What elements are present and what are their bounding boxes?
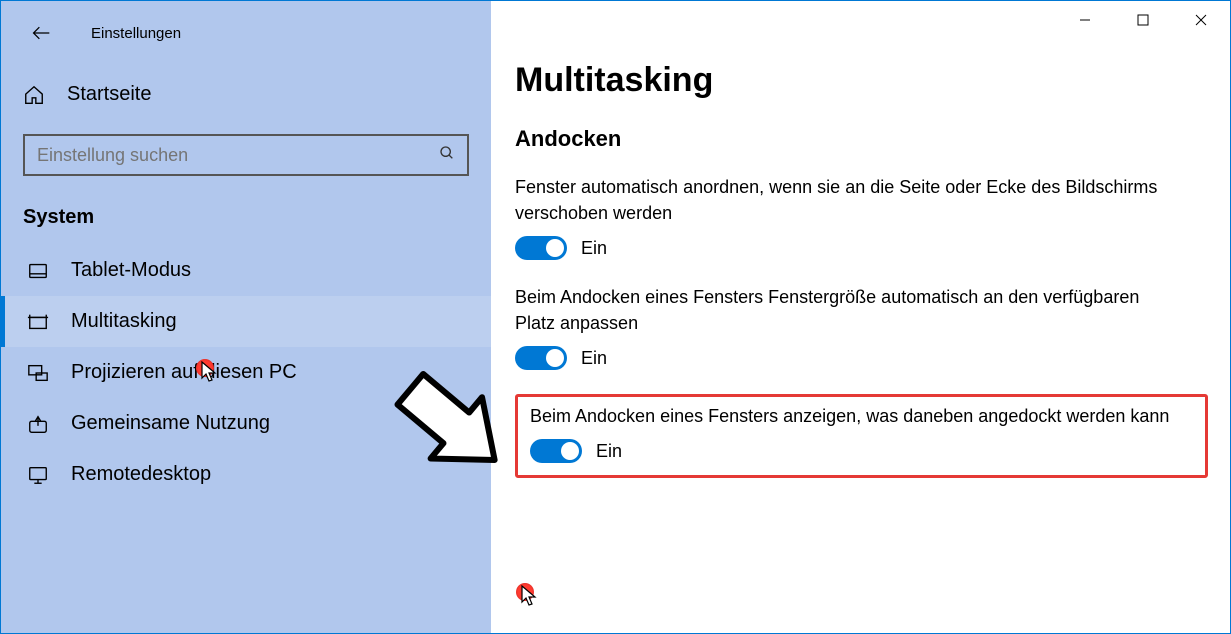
sidebar-topbar: Einstellungen bbox=[1, 11, 491, 73]
sidebar-item-label: Gemeinsame Nutzung bbox=[71, 412, 270, 435]
toggle-switch[interactable] bbox=[515, 236, 567, 260]
sidebar-item-label: Tablet-Modus bbox=[71, 259, 191, 282]
toggle-state: Ein bbox=[596, 441, 622, 462]
home-link[interactable]: Startseite bbox=[1, 73, 491, 116]
toggle-state: Ein bbox=[581, 348, 607, 369]
setting-item: Fenster automatisch anordnen, wenn sie a… bbox=[515, 174, 1208, 260]
section-title: Andocken bbox=[515, 126, 1208, 152]
shared-icon bbox=[27, 413, 49, 435]
remote-icon bbox=[27, 464, 49, 486]
setting-label: Beim Andocken eines Fensters anzeigen, w… bbox=[530, 403, 1190, 429]
sidebar-item-label: Remotedesktop bbox=[71, 463, 211, 486]
toggle-switch[interactable] bbox=[515, 346, 567, 370]
search-box[interactable] bbox=[23, 134, 469, 176]
cursor-icon bbox=[201, 361, 219, 383]
search-input[interactable] bbox=[37, 145, 413, 166]
toggle-state: Ein bbox=[581, 238, 607, 259]
toggle-row: Ein bbox=[515, 346, 1208, 370]
home-icon bbox=[23, 84, 45, 106]
minimize-icon bbox=[1079, 14, 1091, 26]
maximize-button[interactable] bbox=[1114, 1, 1172, 39]
home-label: Startseite bbox=[67, 83, 151, 106]
toggle-switch[interactable] bbox=[530, 439, 582, 463]
category-label: System bbox=[1, 194, 491, 239]
page-title: Multitasking bbox=[515, 61, 1208, 100]
back-button[interactable] bbox=[25, 17, 57, 49]
back-arrow-icon bbox=[31, 23, 51, 43]
maximize-icon bbox=[1137, 14, 1149, 26]
toggle-knob bbox=[546, 239, 564, 257]
setting-item: Beim Andocken eines Fensters anzeigen, w… bbox=[530, 403, 1193, 463]
setting-label: Beim Andocken eines Fensters Fenstergröß… bbox=[515, 284, 1175, 336]
sidebar-item-label: Multitasking bbox=[71, 310, 177, 333]
cursor-icon bbox=[521, 585, 539, 607]
close-icon bbox=[1195, 14, 1207, 26]
sidebar-item-label: Projizieren auf diesen PC bbox=[71, 361, 297, 384]
setting-item: Beim Andocken eines Fensters Fenstergröß… bbox=[515, 284, 1208, 370]
multitasking-icon bbox=[27, 311, 49, 333]
window-title: Einstellungen bbox=[91, 25, 181, 42]
project-icon bbox=[27, 362, 49, 384]
close-button[interactable] bbox=[1172, 1, 1230, 39]
minimize-button[interactable] bbox=[1056, 1, 1114, 39]
main-content: Multitasking Andocken Fenster automatisc… bbox=[491, 1, 1230, 633]
toggle-row: Ein bbox=[515, 236, 1208, 260]
settings-sidebar: Einstellungen Startseite System Tablet-M… bbox=[1, 1, 491, 633]
toggle-knob bbox=[546, 349, 564, 367]
setting-label: Fenster automatisch anordnen, wenn sie a… bbox=[515, 174, 1175, 226]
sidebar-item-tablet[interactable]: Tablet-Modus bbox=[1, 245, 491, 296]
highlighted-setting: Beim Andocken eines Fensters anzeigen, w… bbox=[515, 394, 1208, 478]
toggle-knob bbox=[561, 442, 579, 460]
tablet-icon bbox=[27, 260, 49, 282]
search-icon bbox=[439, 145, 455, 165]
toggle-row: Ein bbox=[530, 439, 1193, 463]
annotation-arrow-icon bbox=[361, 335, 521, 495]
titlebar-controls bbox=[1056, 1, 1230, 39]
